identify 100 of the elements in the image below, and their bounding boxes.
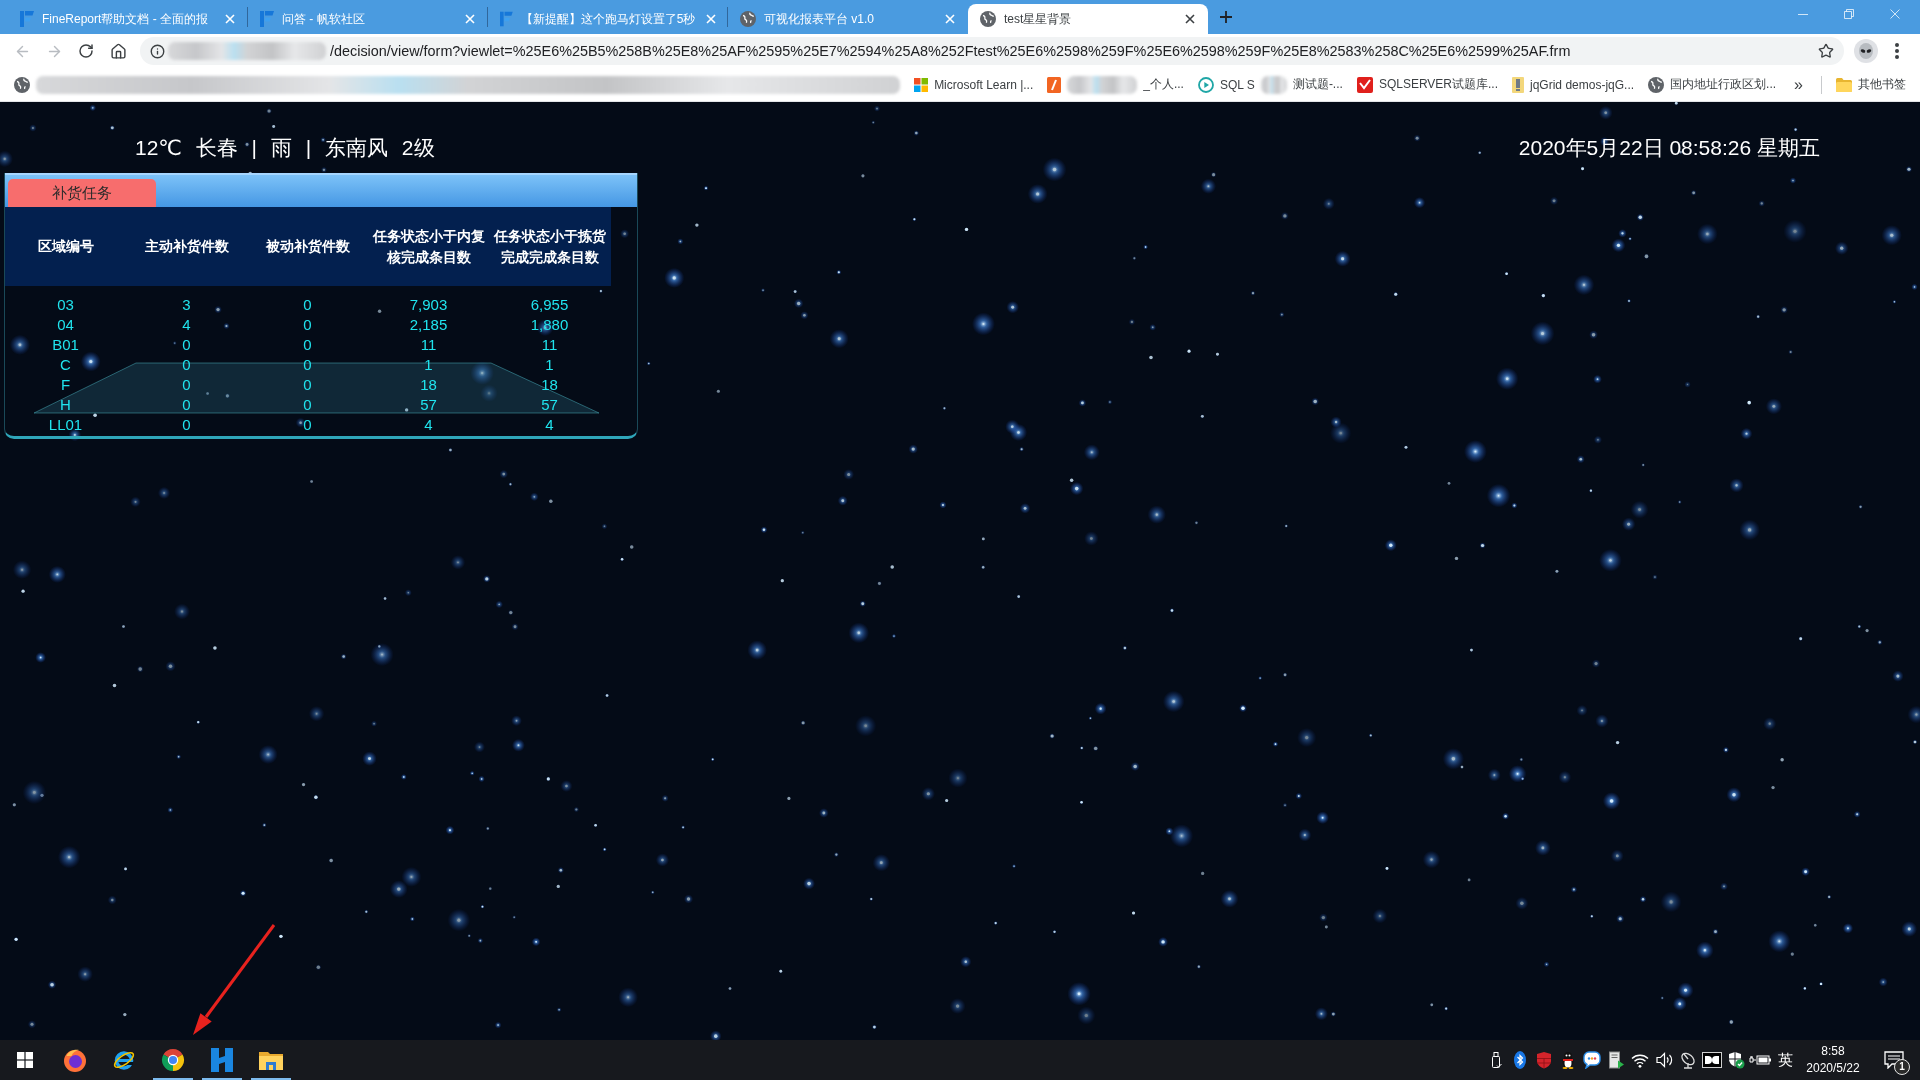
running-indicator bbox=[251, 1078, 291, 1080]
table-cell: 0 bbox=[182, 395, 191, 415]
table-cell: C bbox=[60, 355, 71, 375]
globe-icon bbox=[14, 76, 30, 93]
four-squares-icon bbox=[914, 77, 929, 92]
column-header: 区域编号 bbox=[37, 237, 94, 256]
satellite-dish-icon bbox=[1679, 1051, 1697, 1069]
home-icon bbox=[109, 42, 127, 60]
blurred-region bbox=[1067, 75, 1138, 94]
chat-bubble-icon bbox=[1583, 1051, 1601, 1069]
notification-badge: 1 bbox=[1894, 1059, 1910, 1075]
bookmark-link[interactable]: _个人... bbox=[1143, 76, 1184, 93]
blurred-region bbox=[1260, 75, 1287, 94]
table-cell: 0 bbox=[303, 415, 312, 435]
table-cell: 2,185 bbox=[409, 315, 448, 335]
running-indicator bbox=[202, 1078, 242, 1080]
table-cell: 0 bbox=[182, 355, 191, 375]
globe-icon bbox=[1648, 76, 1665, 93]
globe-icon bbox=[980, 11, 996, 27]
table-cell: 0 bbox=[182, 375, 191, 395]
table-cell: 4 bbox=[424, 415, 433, 435]
penguin-icon bbox=[1560, 1051, 1576, 1069]
more-bookmarks-button[interactable]: » bbox=[1790, 75, 1807, 94]
weather-text: 12℃ 长春 | 雨 | 东南风 2级 bbox=[135, 135, 435, 161]
table-cell: 04 bbox=[57, 315, 74, 335]
bookmark-folder[interactable]: 其他书签 bbox=[1858, 76, 1906, 93]
table-cell: 18 bbox=[420, 375, 437, 395]
column-header: 任务状态小于内复核完成条目数 bbox=[371, 226, 486, 267]
address-bar[interactable]: /decision/view/form?viewlet=%25E6%25B5%258B%25E8%25AF%2595%25E7%2594%25A8%252Ftest%25E6%2598%259F%25E6%2598%259F%25E8%2583%258C%25E6%2599%25AF.frm bbox=[140, 37, 1844, 65]
block-logo-icon bbox=[210, 1048, 233, 1072]
close-icon bbox=[705, 14, 716, 24]
running-indicator bbox=[153, 1078, 193, 1080]
avatar-icon bbox=[1854, 39, 1878, 63]
bookmark-link[interactable]: 国内地址行政区划... bbox=[1670, 76, 1777, 93]
restore-icon bbox=[1844, 9, 1854, 19]
table-cell: 18 bbox=[541, 375, 558, 395]
fox-logo-icon bbox=[62, 1048, 87, 1072]
check-logo-icon bbox=[1356, 76, 1373, 93]
profile-button[interactable] bbox=[1853, 38, 1879, 64]
table-cell: 0 bbox=[303, 295, 312, 315]
table-cell: 1 bbox=[545, 355, 554, 375]
reload-icon bbox=[78, 43, 94, 59]
panel-tab[interactable]: 补货任务 bbox=[8, 179, 156, 207]
folder-icon bbox=[258, 1050, 283, 1070]
bookmark-link[interactable]: 测试题-... bbox=[1292, 76, 1343, 93]
table-cell: 0 bbox=[303, 395, 312, 415]
four-panes-icon bbox=[17, 1052, 33, 1068]
bookmark-link[interactable]: SQL S bbox=[1219, 77, 1255, 92]
table-cell: 57 bbox=[420, 395, 437, 415]
notification-button[interactable]: 1 bbox=[1872, 1040, 1916, 1080]
volume-icon bbox=[1655, 1052, 1673, 1068]
exclamation-tile-icon bbox=[1512, 76, 1525, 93]
table-cell: 0 bbox=[303, 355, 312, 375]
browser-tab[interactable]: test星星背景 bbox=[968, 4, 1208, 34]
table-cell: 03 bbox=[57, 295, 74, 315]
table-cell: 0 bbox=[303, 375, 312, 395]
minimize-icon bbox=[1798, 13, 1808, 15]
table-cell: 0 bbox=[182, 415, 191, 435]
wifi-icon bbox=[1631, 1052, 1649, 1068]
table-cell: 11 bbox=[541, 335, 558, 355]
table-cell: H bbox=[60, 395, 71, 415]
column-header: 主动补货件数 bbox=[144, 237, 229, 256]
clock-button[interactable]: 8:58 2020/5/22 bbox=[1798, 1040, 1868, 1080]
close-icon bbox=[1185, 14, 1195, 24]
bookmark-link[interactable]: jqGrid demos-jqG... bbox=[1530, 77, 1635, 92]
logo-icon bbox=[20, 11, 34, 27]
close-icon bbox=[945, 14, 955, 24]
table-cell: 0 bbox=[303, 315, 312, 335]
device-arrow-icon bbox=[1608, 1051, 1624, 1069]
table-cell: 1 bbox=[424, 355, 433, 375]
wheel-logo-icon bbox=[160, 1048, 185, 1072]
table-cell: 7,903 bbox=[409, 295, 448, 315]
column-header: 任务状态小于拣货完成完成条目数 bbox=[492, 226, 607, 267]
info-icon bbox=[149, 43, 165, 59]
tiled-shield-icon bbox=[1535, 1051, 1553, 1069]
table-cell: 0 bbox=[182, 335, 191, 355]
usb-drive-icon bbox=[1489, 1051, 1503, 1069]
message-icon bbox=[1884, 1051, 1904, 1069]
table-cell: 4 bbox=[182, 315, 191, 335]
close-icon bbox=[465, 14, 475, 24]
logo-icon bbox=[260, 11, 274, 27]
close-icon bbox=[1890, 9, 1900, 19]
star-icon bbox=[1818, 43, 1834, 59]
input-method-button[interactable]: 英 bbox=[1772, 1040, 1798, 1080]
table-cell: 3 bbox=[182, 295, 191, 315]
table-cell: 4 bbox=[545, 415, 554, 435]
shield-check-icon bbox=[1727, 1051, 1745, 1069]
table-cell: LL01 bbox=[48, 415, 83, 435]
table-cell: 1,880 bbox=[530, 315, 569, 335]
menu-icon bbox=[1895, 43, 1899, 59]
table-cell: 57 bbox=[541, 395, 558, 415]
datetime-text: 2020年5月22日 08:58:26 星期五 bbox=[1518, 135, 1820, 161]
table-cell: F bbox=[60, 375, 71, 395]
logo-icon bbox=[500, 11, 513, 27]
table-cell: 6,955 bbox=[530, 295, 569, 315]
table-cell: B01 bbox=[52, 335, 79, 355]
slash-tile-icon bbox=[1047, 76, 1062, 93]
bookmark-link[interactable]: SQLSERVER试题库... bbox=[1378, 76, 1499, 93]
battery-charging-icon bbox=[1749, 1053, 1771, 1067]
bookmark-link[interactable]: Microsoft Learn |... bbox=[934, 77, 1034, 92]
